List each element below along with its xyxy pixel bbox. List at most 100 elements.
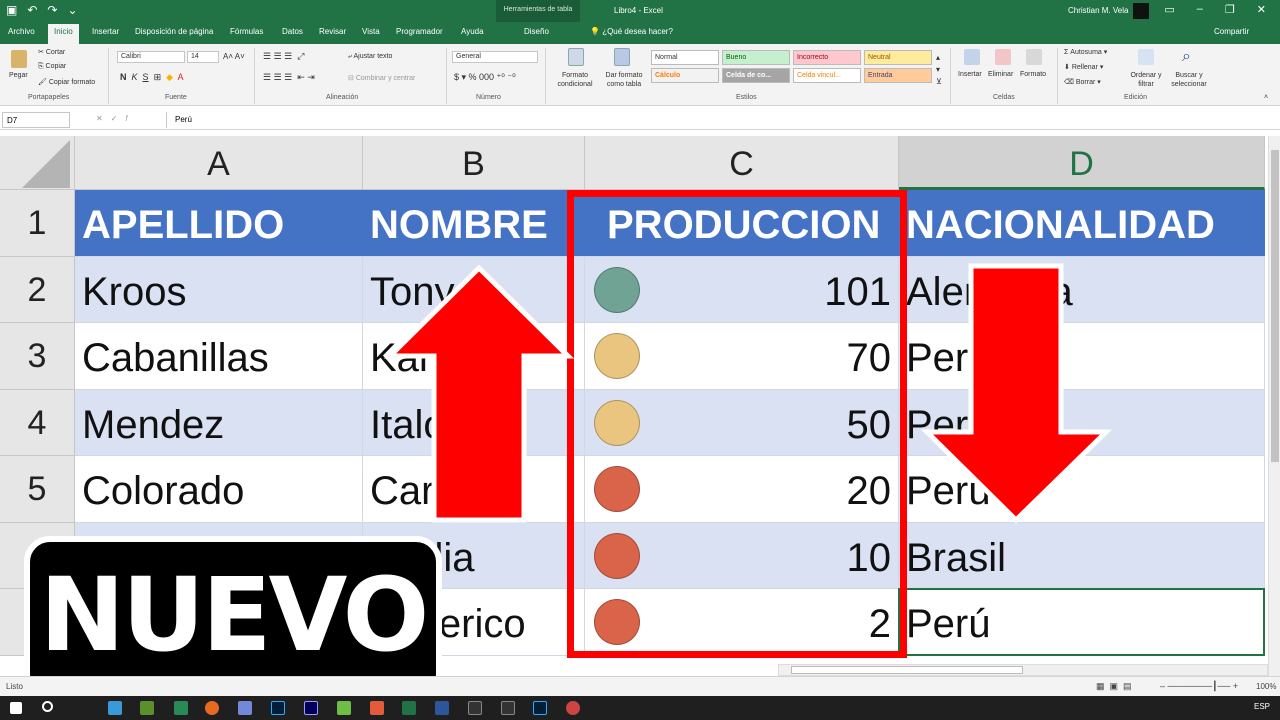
style-celda-comprobacion[interactable]: Celda de co... xyxy=(722,68,790,83)
avatar[interactable] xyxy=(1133,3,1149,19)
tab-archivo[interactable]: Archivo xyxy=(8,27,35,36)
table-cell-nacionalidad[interactable]: Perú xyxy=(899,323,1265,390)
collapse-ribbon-icon[interactable]: ˄ xyxy=(1264,94,1268,101)
select-all-button[interactable] xyxy=(0,136,75,190)
column-header-b[interactable]: B xyxy=(363,136,585,190)
tab-revisar[interactable]: Revisar xyxy=(319,27,346,36)
app-icon-circle[interactable] xyxy=(566,701,580,715)
tab-inicio[interactable]: Inicio xyxy=(48,24,79,44)
paste-icon[interactable] xyxy=(11,50,27,68)
clear-button[interactable]: ⌫ Borrar ▾ xyxy=(1064,78,1101,86)
table-cell-apellido[interactable]: Cabanillas xyxy=(75,323,363,390)
after-effects-icon[interactable] xyxy=(304,701,318,715)
table-header-nacionalidad[interactable]: NACIONALIDAD xyxy=(899,190,1265,257)
horizontal-scrollbar[interactable] xyxy=(778,664,1268,676)
table-cell-nacionalidad[interactable]: Alemania xyxy=(899,256,1265,323)
tell-me-box[interactable]: 💡 ¿Qué desea hacer? xyxy=(590,27,673,36)
font-grow-icon[interactable]: A˄ A˅ xyxy=(223,52,245,61)
find-icon[interactable]: ⌕ xyxy=(1182,48,1191,66)
photoshop-icon-2[interactable] xyxy=(533,701,547,715)
formula-input[interactable]: Perú xyxy=(166,112,1276,128)
table-cell-nombre[interactable]: Karla xyxy=(363,323,585,390)
paste-button[interactable]: Pegar xyxy=(9,72,28,79)
firefox-icon[interactable] xyxy=(205,701,219,715)
conditional-format-button[interactable]: Formato condicional xyxy=(552,71,598,89)
vertical-align-icons[interactable]: ☰ ☰ ☰ ⤢ xyxy=(263,51,304,62)
maximize-icon[interactable]: ❐ xyxy=(1225,3,1235,16)
close-icon[interactable]: ✕ xyxy=(1257,3,1266,16)
font-size-select[interactable]: 14 xyxy=(187,51,219,63)
word-icon[interactable] xyxy=(435,701,449,715)
ribbon-display-icon[interactable]: ▭ xyxy=(1164,3,1174,16)
table-cell-nombre[interactable]: Tony xyxy=(363,256,585,323)
taskview-icon[interactable] xyxy=(108,701,122,715)
autosum-button[interactable]: Σ Autosuma ▾ xyxy=(1064,48,1107,56)
sort-filter-button[interactable]: Ordenar y filtrar xyxy=(1124,71,1168,89)
format-as-table-icon[interactable] xyxy=(614,48,630,66)
delete-cells-button[interactable]: Eliminar xyxy=(988,71,1013,78)
tab-ayuda[interactable]: Ayuda xyxy=(461,27,484,36)
app-icon-red[interactable] xyxy=(370,701,384,715)
sort-filter-icon[interactable] xyxy=(1138,49,1154,65)
epic-games-icon[interactable] xyxy=(468,701,482,715)
horizontal-align-icons[interactable]: ☰ ☰ ☰ ⇤ ⇥ xyxy=(263,72,315,83)
font-format-buttons[interactable]: N K S ⊞ ◆ A xyxy=(120,72,184,83)
camtasia-icon[interactable] xyxy=(337,701,351,715)
column-header-d[interactable]: D xyxy=(899,136,1265,190)
undo-icon[interactable]: ↶ xyxy=(27,3,37,17)
app-icon[interactable] xyxy=(140,701,154,715)
tab-formulas[interactable]: Fórmulas xyxy=(230,27,263,36)
name-box[interactable]: D7 xyxy=(2,112,70,128)
style-incorrecto[interactable]: Incorrecto xyxy=(793,50,861,65)
styles-scroll-icon[interactable]: ▴ ▾ ⊻ xyxy=(936,52,942,88)
table-header-apellido[interactable]: APELLIDO xyxy=(75,190,363,257)
style-bueno[interactable]: Bueno xyxy=(722,50,790,65)
delete-cells-icon[interactable] xyxy=(995,49,1011,65)
insert-cells-icon[interactable] xyxy=(964,49,980,65)
vertical-scroll-thumb[interactable] xyxy=(1271,150,1279,462)
vertical-scrollbar[interactable] xyxy=(1268,136,1280,676)
save-icon[interactable]: ▣ xyxy=(6,3,17,17)
table-cell-apellido[interactable]: Kroos xyxy=(75,256,363,323)
formula-icons[interactable]: ✕✓𝑓 xyxy=(96,114,136,124)
customize-qa-icon[interactable]: ⌄ xyxy=(67,3,77,17)
format-cells-button[interactable]: Formato xyxy=(1020,71,1046,78)
tab-programador[interactable]: Programador xyxy=(396,27,443,36)
style-calculo[interactable]: Cálculo xyxy=(651,68,719,83)
merge-center-button[interactable]: ⊟ Combinar y centrar xyxy=(348,74,415,82)
user-name[interactable]: Christian M. Vela xyxy=(1068,6,1128,15)
view-mode-icons[interactable]: ▦ ▣ ▤ xyxy=(1096,681,1132,692)
discord-icon[interactable] xyxy=(238,701,252,715)
tab-vista[interactable]: Vista xyxy=(362,27,380,36)
share-button[interactable]: Compartir xyxy=(1214,27,1249,36)
style-celda-vinculada[interactable]: Celda vincul... xyxy=(793,68,861,83)
table-cell-nombre[interactable]: Italo xyxy=(363,389,585,456)
zoom-slider[interactable]: – ───────┃── + xyxy=(1160,681,1238,692)
copy-button[interactable]: ⎘ Copiar xyxy=(38,63,66,71)
row-header-3[interactable]: 3 xyxy=(0,323,75,390)
table-header-nombre[interactable]: NOMBRE xyxy=(363,190,585,257)
language-indicator[interactable]: ESP xyxy=(1254,702,1270,711)
find-select-button[interactable]: Buscar y seleccionar xyxy=(1166,71,1212,89)
row-header-2[interactable]: 2 xyxy=(0,256,75,323)
horizontal-scroll-thumb[interactable] xyxy=(791,666,1023,674)
table-cell-nacionalidad[interactable]: Brasil xyxy=(899,522,1265,589)
epic-games-icon-2[interactable] xyxy=(501,701,515,715)
tab-disposicion[interactable]: Disposición de página xyxy=(135,27,213,36)
cut-button[interactable]: ✂ Cortar xyxy=(38,48,65,56)
style-normal[interactable]: Normal xyxy=(651,50,719,65)
tab-insertar[interactable]: Insertar xyxy=(92,27,119,36)
windows-start-icon[interactable] xyxy=(10,702,22,714)
row-header-1[interactable]: 1 xyxy=(0,190,75,257)
table-cell-nombre[interactable]: Carlos xyxy=(363,456,585,523)
number-format-icons[interactable]: $ ▾ % 000 ⁺⁰ ⁻⁰ xyxy=(454,72,516,83)
table-cell-apellido[interactable]: Colorado xyxy=(75,456,363,523)
tab-diseno[interactable]: Diseño xyxy=(524,27,549,36)
format-cells-icon[interactable] xyxy=(1026,49,1042,65)
wrap-text-button[interactable]: ⤶ Ajustar texto xyxy=(348,53,392,61)
redo-icon[interactable]: ↷ xyxy=(47,3,57,17)
table-cell-nacionalidad[interactable]: Perú xyxy=(899,389,1265,456)
column-header-a[interactable]: A xyxy=(75,136,363,190)
font-name-select[interactable]: Calibri xyxy=(117,51,185,63)
table-cell-apellido[interactable]: Mendez xyxy=(75,389,363,456)
